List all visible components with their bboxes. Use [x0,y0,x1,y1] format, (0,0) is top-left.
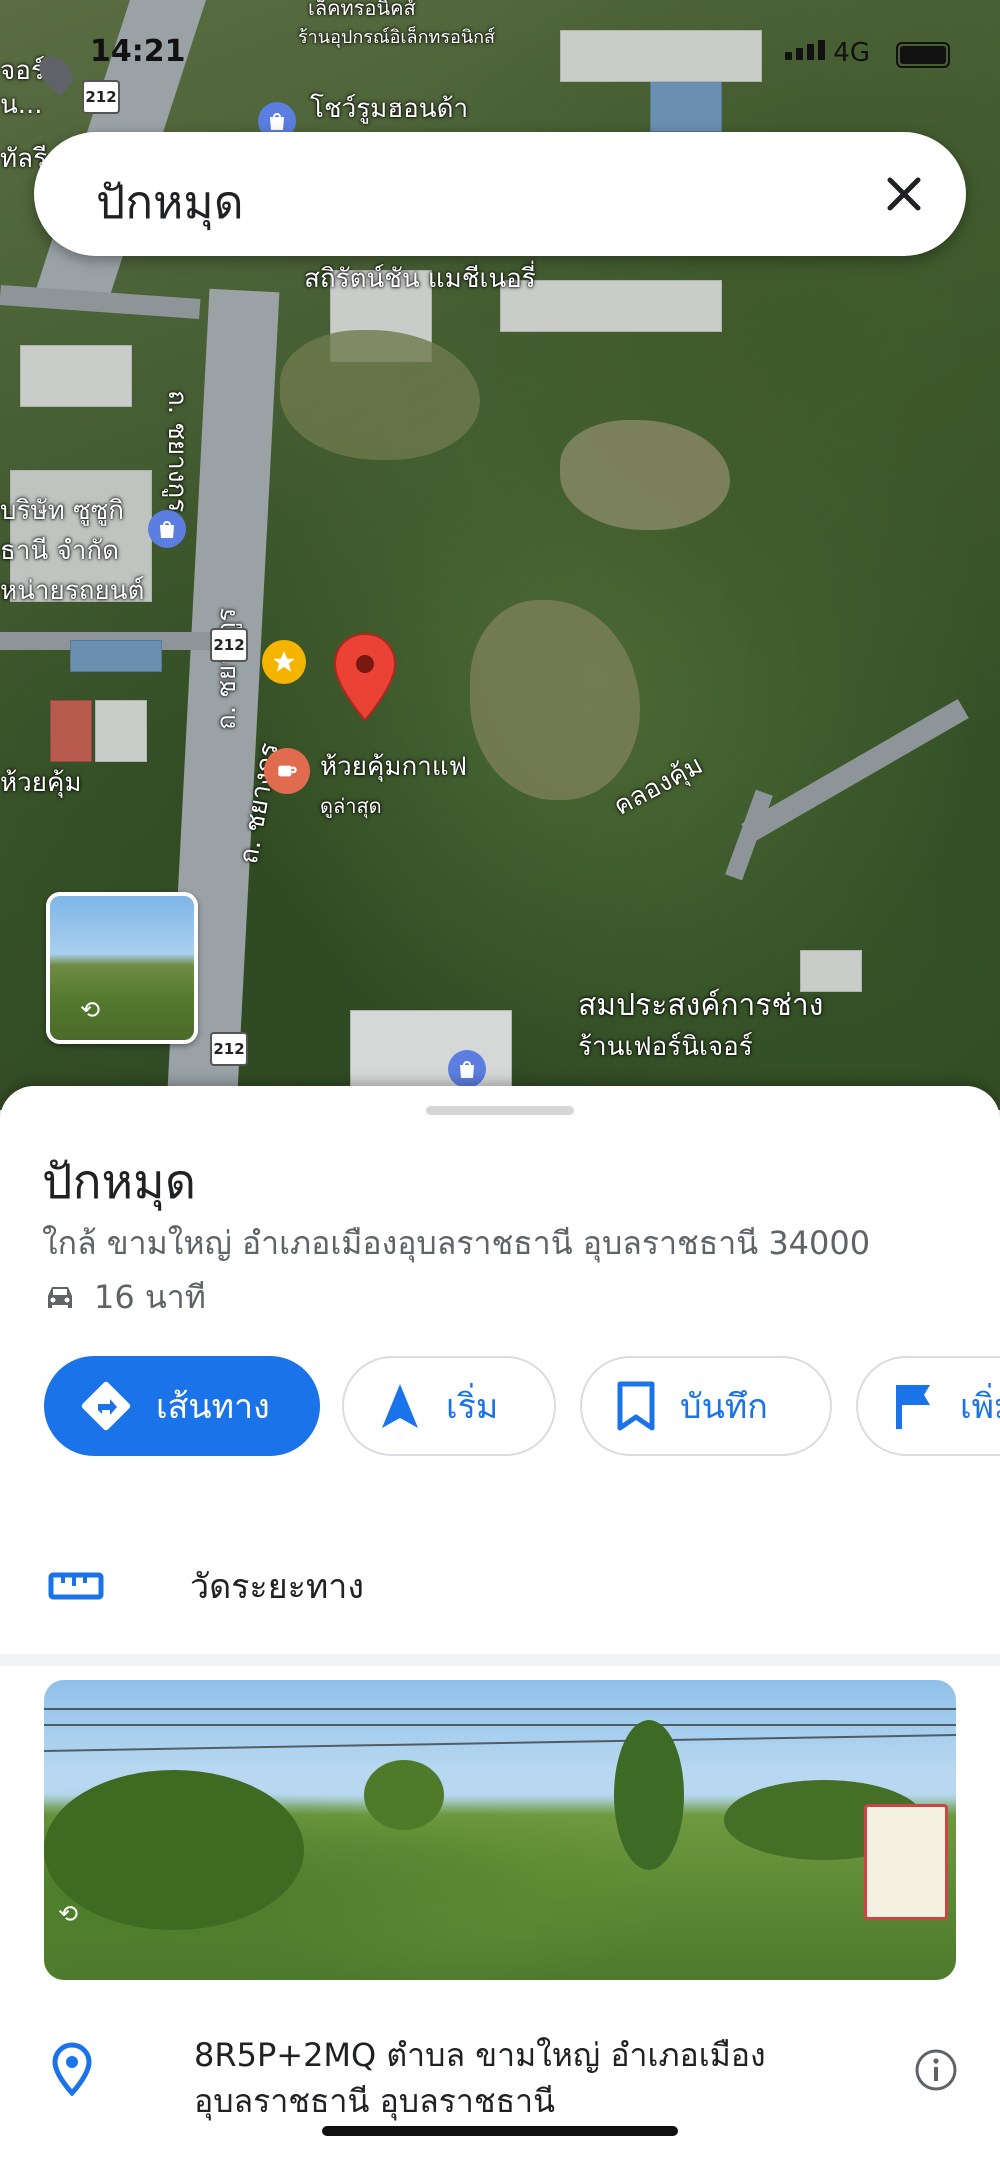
rotate-360-icon: ⟲ [80,996,101,1024]
drive-time: 16 นาที [94,1278,206,1316]
section-divider [0,1654,1000,1666]
close-icon[interactable] [876,166,932,222]
bookmark-icon [617,1381,655,1431]
map-label-suzuki-2: ธานี จำกัด [0,536,119,566]
clearing [470,600,640,800]
home-indicator[interactable] [322,2126,678,2136]
signal-icon [785,40,825,60]
power-line [44,1724,956,1726]
clearing [280,330,480,460]
search-query[interactable]: ปักหมุด [96,166,244,239]
directions-button[interactable]: เส้นทาง [44,1356,320,1456]
route-shield-212: 212 [210,1032,248,1066]
map-label-cafe-sub: ดูล่าสุด [320,794,382,818]
building [70,640,162,672]
clearing [560,420,730,530]
start-button[interactable]: เริ่ม [342,1356,556,1456]
map-label-left-top2: น... [0,90,43,120]
rotate-360-icon: ⟲ [58,1900,79,1928]
star-icon[interactable] [262,640,306,684]
map-label-suzuki-3: หน่ายรถยนต์ [0,576,145,606]
battery-icon [896,42,950,68]
drive-time-row: 16 นาที [42,1272,206,1323]
street-view-thumbnail[interactable]: ⟲ [46,892,198,1044]
dropped-pin-icon[interactable] [332,632,398,724]
network-type: 4G [833,38,870,68]
coffee-icon[interactable] [264,748,310,794]
route-shield-212: 212 [210,628,248,662]
map-label-road-2: ถ. ชยางกูร [212,607,242,730]
status-time: 14:21 [90,34,186,69]
flag-icon [896,1385,930,1429]
directions-label: เส้นทาง [156,1387,270,1427]
map-label-electronics-shop: ร้านอุปกรณ์อิเล็กทรอนิกส์ [298,27,496,48]
plus-code-row[interactable]: 8R5P+2MQ ตำบล ขามใหญ่ อำเภอเมือง อุบลราช… [0,2020,1000,2140]
map-label-suzuki-1: บริษัท ซูซูกิ [0,496,125,526]
building [560,30,762,82]
search-bar[interactable]: ปักหมุด [34,132,966,256]
building [95,700,147,762]
map-label-huay-kum: ห้วยคุ้ม [0,768,82,798]
power-line [44,1734,956,1752]
save-label: บันทึก [680,1387,768,1427]
map-label-sompra-2: ร้านเฟอร์นิเจอร์ [578,1032,753,1062]
tree [364,1760,444,1830]
sheet-grabber[interactable] [426,1106,574,1115]
tree [44,1770,304,1930]
tree [614,1720,684,1870]
add-label-button[interactable]: เพิ่ม [856,1356,1000,1456]
info-icon[interactable] [914,2048,958,2092]
map-label-sattacha: สถิรัตน์ชัน แมชีเนอรี่ [304,264,536,294]
map-label-electronics: เล็คทรอนิคส์ [308,0,416,20]
route-shield-212: 212 [82,80,120,114]
shopping-bag-icon[interactable] [448,1050,486,1088]
location-pin-icon [52,2042,92,2096]
map-label-cafe: ห้วยคุ้มกาแฟ [320,752,468,782]
building [20,345,132,407]
ruler-icon [48,1572,104,1600]
place-address: ใกล้ ขามใหญ่ อำเภอเมืองอุบลราชธานี อุบลร… [42,1224,871,1262]
road-curve [741,698,969,844]
map-label-sompra-1: สมประสงค์การช่าง [578,988,824,1023]
shopping-bag-icon[interactable] [148,510,186,548]
plus-code-line-2: อุบลราชธานี อุบลราชธานี [194,2082,555,2120]
directions-icon [81,1381,131,1431]
navigation-arrow-icon [382,1384,418,1428]
measure-distance-label: วัดระยะทาง [190,1567,364,1607]
roadside-sign [864,1804,948,1920]
place-sheet[interactable]: ปักหมุด ใกล้ ขามใหญ่ อำเภอเมืองอุบลราชธา… [0,1086,1000,2167]
map-label-showroom: โชว์รูมฮอนด้า [310,94,469,124]
map-label-road-1: ถ. ชยางกูร [162,390,192,513]
building [50,700,92,762]
measure-distance-row[interactable]: วัดระยะทาง [0,1526,1000,1646]
flag-label: เพิ่ม [960,1387,1000,1427]
power-line [44,1708,956,1710]
place-title: ปักหมุด [42,1154,196,1210]
street-view-photo[interactable]: ⟲ [44,1680,956,1980]
car-icon [48,1286,72,1308]
save-button[interactable]: บันทึก [580,1356,832,1456]
start-label: เริ่ม [446,1387,499,1427]
plus-code-line-1: 8R5P+2MQ ตำบล ขามใหญ่ อำเภอเมือง [194,2036,766,2074]
